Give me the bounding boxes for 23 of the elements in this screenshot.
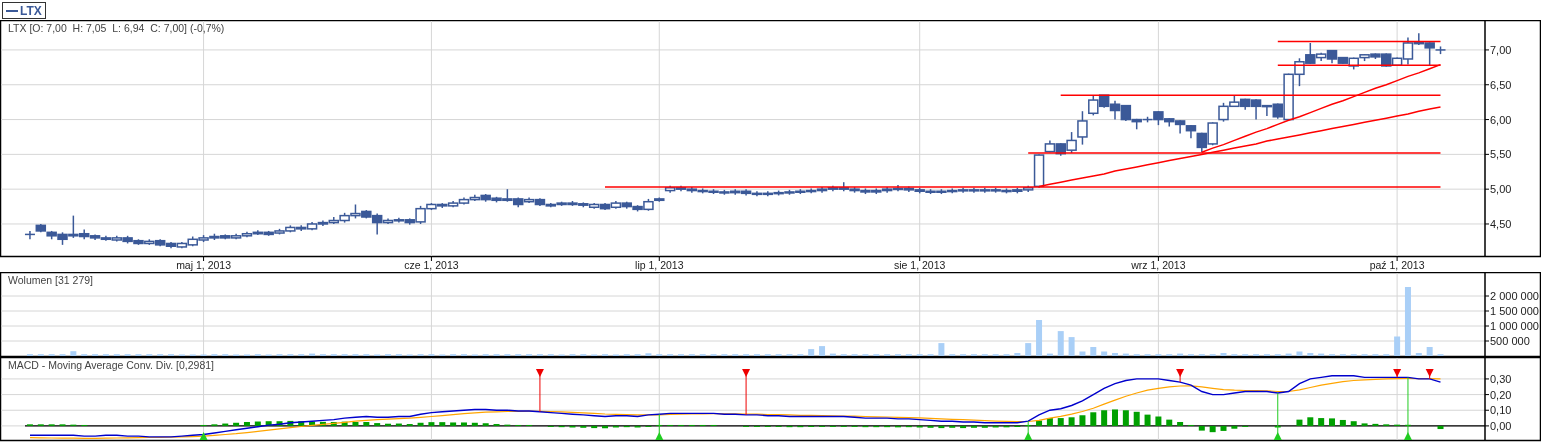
date-label: paź 1, 2013 <box>1369 259 1425 271</box>
axis-label: 500 000 <box>1490 335 1530 347</box>
panel-title: LTX [O: 7,00 H: 7,05 L: 6,94 C: 7,00] (-0,7%) <box>8 22 225 34</box>
date-label: sie 1, 2013 <box>894 259 946 271</box>
axis-label: 2 000 000 <box>1490 290 1539 302</box>
axis-label: 0,10 <box>1490 404 1512 417</box>
axis-label: 6,50 <box>1490 78 1512 91</box>
axis-label: 4,50 <box>1490 218 1512 230</box>
date-label: maj 1, 2013 <box>176 259 231 271</box>
date-label: cze 1, 2013 <box>404 259 459 271</box>
axis-label: 5,00 <box>1490 183 1512 196</box>
axis-label: 1 000 000 <box>1490 320 1539 332</box>
axis-label: 0,00 <box>1490 419 1512 432</box>
axis-label: 5,50 <box>1490 148 1512 161</box>
axis-label: 1 500 000 <box>1490 305 1539 317</box>
axis-label: 7,00 <box>1490 43 1512 56</box>
axis-label: 0,20 <box>1490 388 1512 401</box>
date-label: lip 1, 2013 <box>635 259 684 271</box>
axis-label: 6,00 <box>1490 113 1512 126</box>
panel-title: MACD - Moving Average Conv. Div. [0,2981] <box>8 359 214 371</box>
date-label: wrz 1, 2013 <box>1131 259 1186 271</box>
axis-label: 0,30 <box>1490 372 1512 385</box>
panel-title: Wolumen [31 279] <box>8 274 94 286</box>
